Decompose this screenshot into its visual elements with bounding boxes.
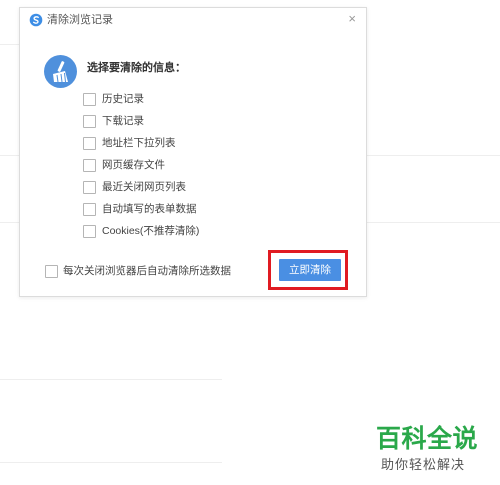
- option-label: 地址栏下拉列表: [102, 137, 176, 149]
- option-label: Cookies(不推荐清除): [102, 225, 200, 237]
- dialog-title: 清除浏览记录: [47, 14, 113, 26]
- checkbox[interactable]: [83, 181, 96, 194]
- option-label: 历史记录: [102, 93, 144, 105]
- watermark-title: 百科全说: [376, 425, 479, 453]
- auto-clear-checkbox[interactable]: [45, 265, 58, 278]
- watermark-subtitle: 助你轻松解决: [381, 457, 466, 472]
- dialog-titlebar: 清除浏览记录 ×: [20, 8, 366, 32]
- broom-icon: [44, 55, 77, 88]
- checkbox[interactable]: [83, 93, 96, 106]
- auto-clear-label: 每次关闭浏览器后自动清除所选数据: [63, 265, 231, 277]
- checkbox[interactable]: [83, 115, 96, 128]
- option-label: 自动填写的表单数据: [102, 203, 197, 215]
- clear-now-button[interactable]: 立即清除: [279, 259, 341, 281]
- browser-logo-icon: [29, 13, 43, 27]
- checkbox[interactable]: [83, 203, 96, 216]
- option-label: 下载记录: [102, 115, 144, 127]
- clear-prompt: 选择要清除的信息：: [87, 62, 186, 74]
- checkbox[interactable]: [83, 225, 96, 238]
- bg-divider: [0, 379, 222, 380]
- option-label: 网页缓存文件: [102, 159, 165, 171]
- bg-divider: [366, 155, 500, 156]
- option-label: 最近关闭网页列表: [102, 181, 186, 193]
- bg-divider: [0, 155, 19, 156]
- checkbox[interactable]: [83, 137, 96, 150]
- bg-divider: [366, 222, 500, 223]
- bg-divider: [0, 462, 222, 463]
- checkbox[interactable]: [83, 159, 96, 172]
- bg-divider: [0, 222, 19, 223]
- close-icon[interactable]: ×: [348, 11, 356, 27]
- bg-divider: [0, 44, 19, 45]
